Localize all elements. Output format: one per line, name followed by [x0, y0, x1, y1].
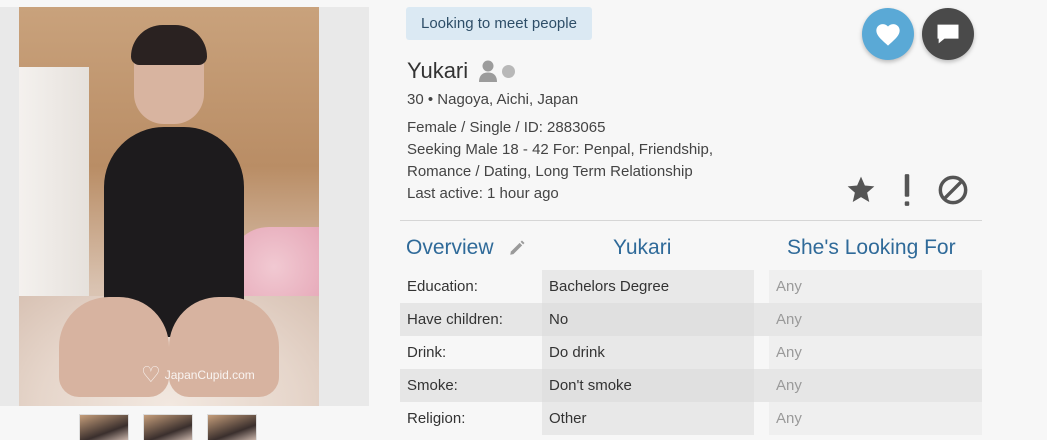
tab-profile-name: Yukari: [613, 236, 672, 259]
name-row: Yukari: [407, 58, 516, 84]
thumbnail-strip: [79, 414, 257, 440]
status-badge: Looking to meet people: [406, 7, 592, 40]
photo-column: ♡ JapanCupid.com: [0, 0, 370, 440]
row-seeking: Any: [769, 402, 982, 435]
heart-icon: [876, 24, 900, 46]
row-value: No: [542, 303, 754, 336]
like-button[interactable]: [862, 8, 914, 60]
favorite-button[interactable]: [844, 172, 878, 208]
user-icon: [479, 60, 498, 82]
table-row: Smoke: Don't smoke Any: [400, 369, 982, 402]
profile-name: Yukari: [407, 58, 469, 83]
online-status-dot: [502, 64, 516, 78]
tab-looking-for: She's Looking For: [787, 236, 956, 259]
tab-overview[interactable]: Overview: [406, 236, 526, 260]
details-seeking: Seeking Male 18 - 42 For: Penpal, Friend…: [407, 141, 713, 158]
photo-thumbnail[interactable]: [79, 414, 129, 440]
watermark-heart-icon: ♡: [141, 362, 161, 387]
row-value: Bachelors Degree: [542, 270, 754, 303]
row-label: Education:: [407, 278, 478, 295]
row-label: Smoke:: [407, 377, 458, 394]
tab-overview-label: Overview: [406, 236, 494, 259]
report-button[interactable]: [890, 172, 924, 208]
overview-table: Education: Bachelors Degree Any Have chi…: [400, 270, 982, 435]
chat-bubble-icon: [937, 24, 959, 44]
profile-details: Female / Single / ID: 2883065 Seeking Ma…: [407, 117, 713, 205]
row-seeking: Any: [769, 369, 982, 402]
photo-thumbnail[interactable]: [143, 414, 193, 440]
row-seeking: Any: [769, 336, 982, 369]
block-button[interactable]: [936, 172, 970, 208]
row-seeking: Any: [769, 303, 982, 336]
table-row: Drink: Do drink Any: [400, 336, 982, 369]
row-label: Drink:: [407, 344, 447, 361]
row-value: Do drink: [542, 336, 754, 369]
watermark-text: JapanCupid.com: [164, 368, 255, 382]
last-active: Last active: 1 hour ago: [407, 185, 559, 202]
divider: [400, 220, 982, 221]
row-seeking: Any: [769, 270, 982, 303]
table-row: Education: Bachelors Degree Any: [400, 270, 982, 303]
details-gender-id: Female / Single / ID: 2883065: [407, 119, 606, 136]
details-seeking-cont: Romance / Dating, Long Term Relationship: [407, 163, 693, 180]
row-value: Other: [542, 402, 754, 435]
watermark: ♡ JapanCupid.com: [141, 362, 255, 388]
profile-tabs: Overview Yukari She's Looking For: [406, 236, 982, 266]
profile-photo[interactable]: ♡ JapanCupid.com: [19, 7, 319, 406]
block-icon: [938, 175, 968, 205]
photo-figure-hair: [131, 25, 207, 65]
photo-thumbnail[interactable]: [207, 414, 257, 440]
table-row: Have children: No Any: [400, 303, 982, 336]
row-value: Don't smoke: [542, 369, 754, 402]
row-label: Religion:: [407, 410, 466, 427]
main-photo-frame: ♡ JapanCupid.com: [0, 7, 369, 406]
star-icon: [847, 176, 875, 202]
exclamation-icon: [904, 174, 910, 206]
age-location: 30 • Nagoya, Aichi, Japan: [407, 91, 579, 108]
table-row: Religion: Other Any: [400, 402, 982, 435]
row-label: Have children:: [407, 311, 503, 328]
pencil-icon[interactable]: [508, 239, 526, 257]
profile-actions: [844, 172, 970, 208]
message-button[interactable]: [922, 8, 974, 60]
